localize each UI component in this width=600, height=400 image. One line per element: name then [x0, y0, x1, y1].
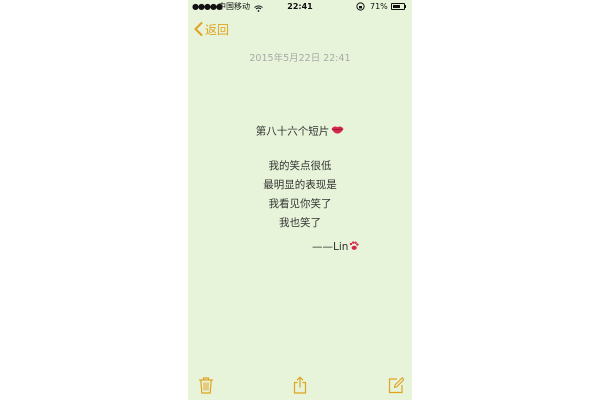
note-line: 我看见你笑了: [268, 198, 332, 210]
status-bar: ●●●●● 中国移动 22:41 71%: [188, 0, 412, 14]
rotation-lock-icon: [356, 2, 365, 16]
lips-icon: [331, 124, 344, 139]
compose-icon[interactable]: [388, 376, 405, 394]
note-line: 最明显的表现是: [263, 179, 337, 191]
notes-screen: ●●●●● 中国移动 22:41 71% 返回 2015年5月22日 22:41…: [188, 0, 412, 400]
note-date: 2015年5月22日 22:41: [249, 53, 351, 64]
note-line: 我也笑了: [279, 217, 321, 229]
share-icon[interactable]: [292, 376, 308, 394]
battery-percent: 71%: [370, 2, 388, 11]
note-title: 第八十六个短片: [255, 125, 330, 138]
note-signature-line: ——Lin: [312, 241, 360, 254]
back-button[interactable]: 返回: [194, 20, 229, 38]
back-label: 返回: [205, 22, 230, 37]
note-line: 我的笑点很低: [268, 160, 332, 172]
trash-icon[interactable]: [198, 376, 214, 394]
paw-icon: [349, 241, 360, 254]
note-signature: ——Lin: [312, 241, 349, 253]
chevron-left-icon: [194, 22, 203, 36]
note-title-line: 第八十六个短片: [188, 124, 412, 140]
battery-icon: [391, 3, 405, 10]
battery-tip: [405, 5, 406, 8]
note-body: 我的笑点很低 最明显的表现是 我看见你笑了 我也笑了: [188, 157, 412, 233]
